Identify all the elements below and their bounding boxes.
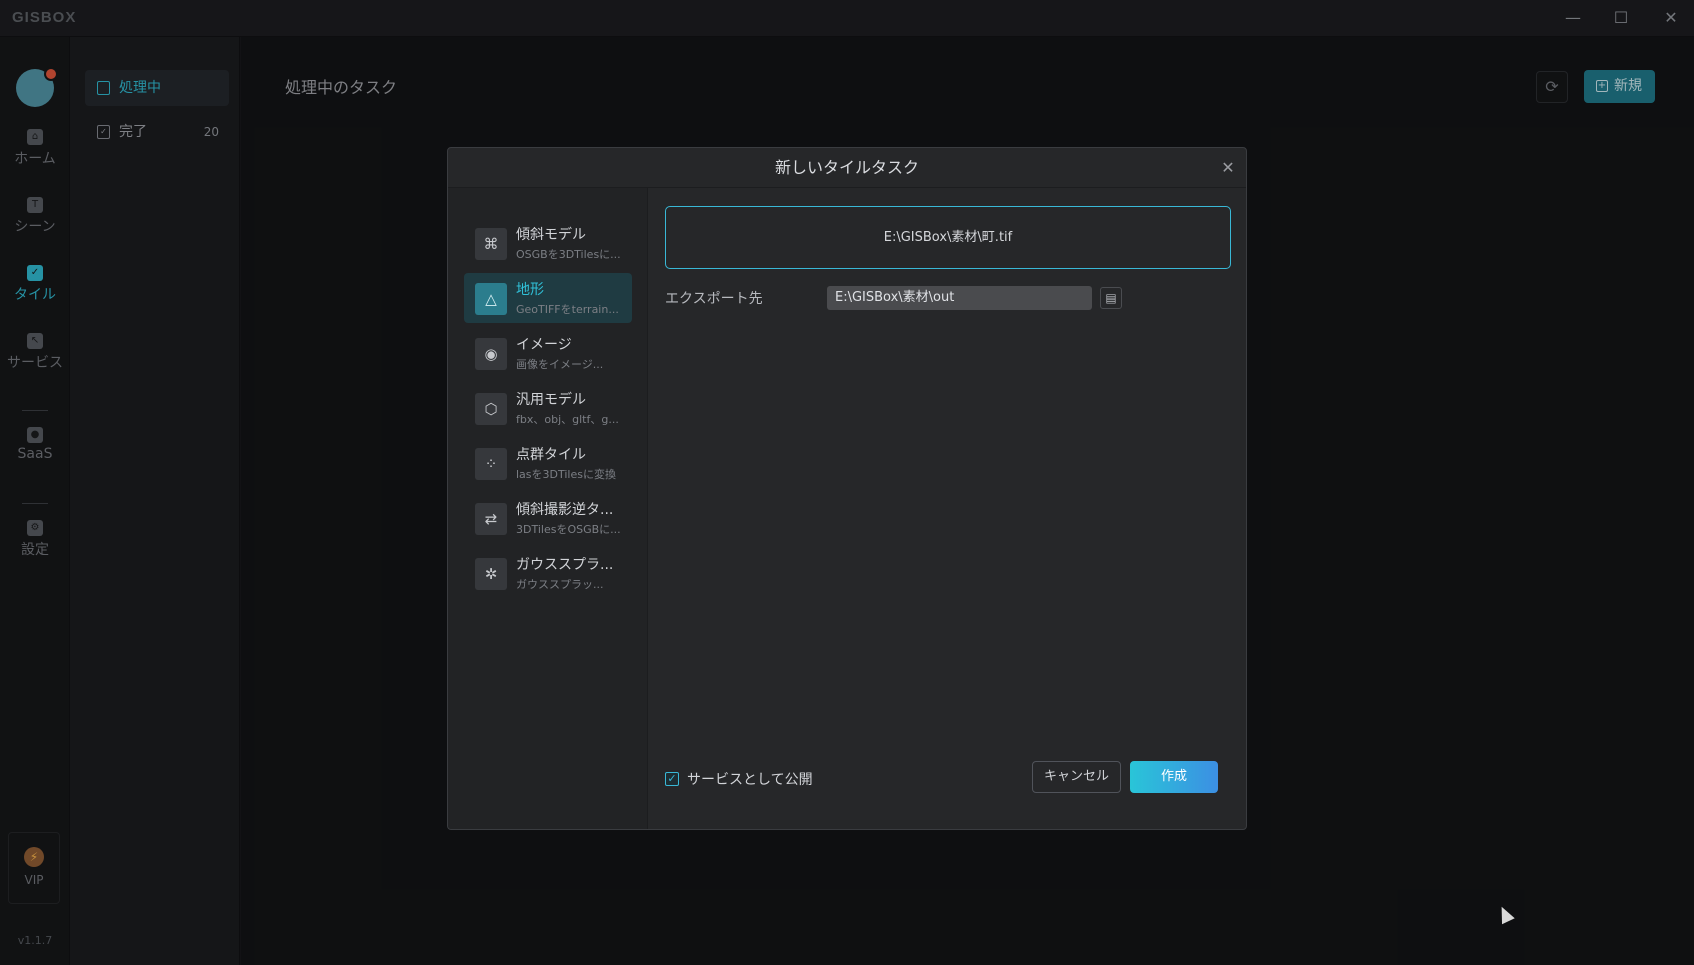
task-config-panel: E:\GISBox\素材\町.tif エクスポート先 E:\GISBox\素材\… (649, 188, 1246, 829)
task-item-general-model[interactable]: ⬡ 汎用モデル fbx、obj、gltf、g... (464, 383, 632, 433)
publish-checkbox[interactable]: ✓ (665, 772, 679, 786)
file-dropzone[interactable]: E:\GISBox\素材\町.tif (665, 206, 1231, 269)
task-desc: fbx、obj、gltf、g... (516, 413, 619, 426)
publish-label: サービスとして公開 (687, 772, 813, 788)
task-desc: 3DTilesをOSGBに... (516, 523, 621, 536)
task-desc: GeoTIFFをterrain... (516, 303, 619, 316)
task-type-list: ⌘ 傾斜モデル OSGBを3DTilesに... △ 地形 GeoTIFFをte… (448, 188, 648, 829)
point-cloud-icon: ⁘ (475, 448, 507, 480)
dialog-title: 新しいタイルタスク (774, 158, 919, 177)
task-name: 汎用モデル (516, 392, 586, 408)
task-name: 地形 (516, 282, 544, 298)
cube-icon: ⬡ (475, 393, 507, 425)
drone-icon: ⌘ (475, 228, 507, 260)
task-name: 傾斜モデル (516, 227, 586, 243)
task-item-image[interactable]: ◉ イメージ 画像をイメージ... (464, 328, 632, 378)
browse-folder-button[interactable]: ▤ (1100, 287, 1122, 309)
export-path-input[interactable]: E:\GISBox\素材\out (827, 286, 1092, 310)
terrain-icon: △ (475, 283, 507, 315)
task-item-reverse-tile[interactable]: ⇄ 傾斜撮影逆タ... 3DTilesをOSGBに... (464, 493, 632, 543)
dialog-header: 新しいタイルタスク ✕ (448, 148, 1246, 188)
task-desc: OSGBを3DTilesに... (516, 248, 621, 261)
task-desc: 画像をイメージ... (516, 358, 604, 371)
create-button[interactable]: 作成 (1130, 761, 1218, 793)
task-name: ガウススプラ... (516, 557, 614, 573)
task-name: 点群タイル (516, 447, 586, 463)
new-tile-task-dialog: 新しいタイルタスク ✕ ⌘ 傾斜モデル OSGBを3DTilesに... △ 地… (447, 147, 1247, 830)
gaussian-icon: ✲ (475, 558, 507, 590)
image-icon: ◉ (475, 338, 507, 370)
task-item-gaussian-splat[interactable]: ✲ ガウススプラ... ガウススプラッ... (464, 548, 632, 598)
cancel-button[interactable]: キャンセル (1032, 761, 1121, 793)
task-name: 傾斜撮影逆タ... (516, 502, 614, 518)
reverse-icon: ⇄ (475, 503, 507, 535)
task-name: イメージ (516, 337, 572, 353)
dialog-close-icon[interactable]: ✕ (1218, 158, 1238, 178)
task-item-terrain[interactable]: △ 地形 GeoTIFFをterrain... (464, 273, 632, 323)
task-item-point-cloud[interactable]: ⁘ 点群タイル lasを3DTilesに変換 (464, 438, 632, 488)
export-label: エクスポート先 (665, 291, 763, 307)
task-desc: lasを3DTilesに変換 (516, 468, 616, 481)
task-desc: ガウススプラッ... (516, 578, 604, 591)
task-item-oblique-model[interactable]: ⌘ 傾斜モデル OSGBを3DTilesに... (464, 218, 632, 268)
folder-icon: ▤ (1105, 291, 1117, 305)
